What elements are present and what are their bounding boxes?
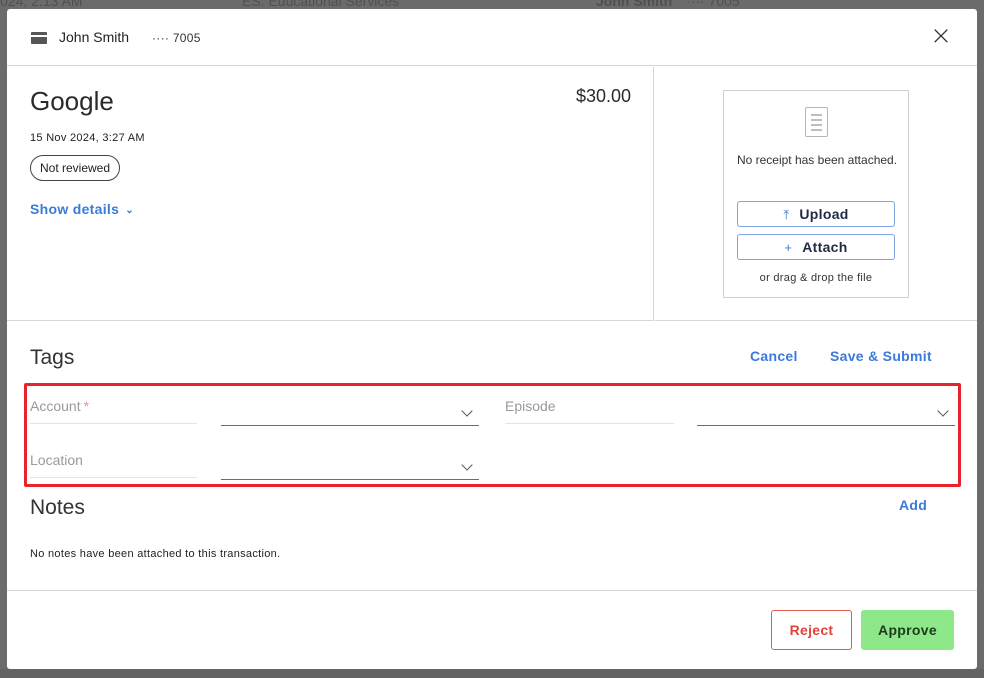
transaction-modal: John Smith ···· 7005 × Google $30.00 15 … — [7, 9, 977, 669]
backdrop-row: 024, 2:13 AM ES: Educational Services Jo… — [0, 0, 984, 9]
status-badge: Not reviewed — [30, 155, 121, 181]
location-label: Location — [30, 452, 197, 478]
receipt-panel: No receipt has been attached. ⤒ Upload + A… — [655, 67, 977, 321]
chevron-down-icon — [937, 405, 949, 417]
plus-icon: + — [784, 240, 793, 255]
required-marker: * — [83, 398, 90, 414]
backdrop-category: ES: Educational Services — [242, 0, 400, 9]
chevron-down-icon — [461, 405, 473, 417]
notes-empty-message: No notes have been attached to this tran… — [30, 548, 281, 560]
cardholder-name: John Smith — [59, 29, 130, 45]
card-number: ···· 7005 — [152, 31, 201, 45]
attach-label: Attach — [802, 239, 848, 255]
backdrop-bottom — [0, 669, 984, 678]
merchant-name: Google — [30, 86, 114, 116]
cancel-button[interactable]: Cancel — [750, 348, 798, 364]
no-receipt-message: No receipt has been attached. — [736, 153, 898, 167]
backdrop-holder: John Smith — [596, 0, 673, 9]
location-select[interactable] — [221, 454, 479, 480]
attach-button[interactable]: + Attach — [737, 234, 895, 260]
episode-label: Episode — [505, 398, 674, 424]
drag-drop-hint: or drag & drop the file — [759, 272, 873, 284]
modal-header: John Smith ···· 7005 × — [7, 9, 977, 66]
backdrop-card: ···· 7005 — [686, 0, 740, 9]
show-details-link[interactable]: Show details ⌄ — [30, 201, 134, 217]
transaction-datetime: 15 Nov 2024, 3:27 AM — [30, 132, 145, 144]
episode-select[interactable] — [697, 400, 955, 426]
account-select[interactable] — [221, 400, 479, 426]
add-note-button[interactable]: Add — [899, 497, 927, 513]
upload-button[interactable]: ⤒ Upload — [737, 201, 895, 227]
credit-card-icon — [31, 32, 47, 44]
transaction-amount: $30.00 — [575, 86, 631, 106]
close-icon[interactable]: × — [927, 23, 955, 51]
save-submit-button[interactable]: Save & Submit — [830, 348, 932, 364]
chevron-down-icon: ⌄ — [125, 205, 134, 216]
upload-icon: ⤒ — [783, 207, 790, 222]
receipt-dropzone[interactable]: No receipt has been attached. ⤒ Upload + A… — [723, 90, 909, 298]
episode-label-text: Episode — [505, 398, 556, 414]
backdrop-date: 024, 2:13 AM — [0, 0, 83, 9]
upload-label: Upload — [799, 206, 849, 222]
receipt-document-icon — [805, 107, 828, 137]
approve-button[interactable]: Approve — [861, 610, 954, 650]
reject-button[interactable]: Reject — [771, 610, 852, 650]
footer-divider — [7, 590, 977, 591]
transaction-summary: Google $30.00 15 Nov 2024, 3:27 AM Not r… — [7, 67, 654, 321]
account-label-text: Account — [30, 398, 81, 414]
notes-heading: Notes — [30, 496, 85, 519]
tags-heading: Tags — [30, 346, 75, 369]
show-details-label: Show details — [30, 201, 120, 217]
location-label-text: Location — [30, 452, 83, 468]
account-label: Account * — [30, 398, 197, 424]
chevron-down-icon — [461, 459, 473, 471]
